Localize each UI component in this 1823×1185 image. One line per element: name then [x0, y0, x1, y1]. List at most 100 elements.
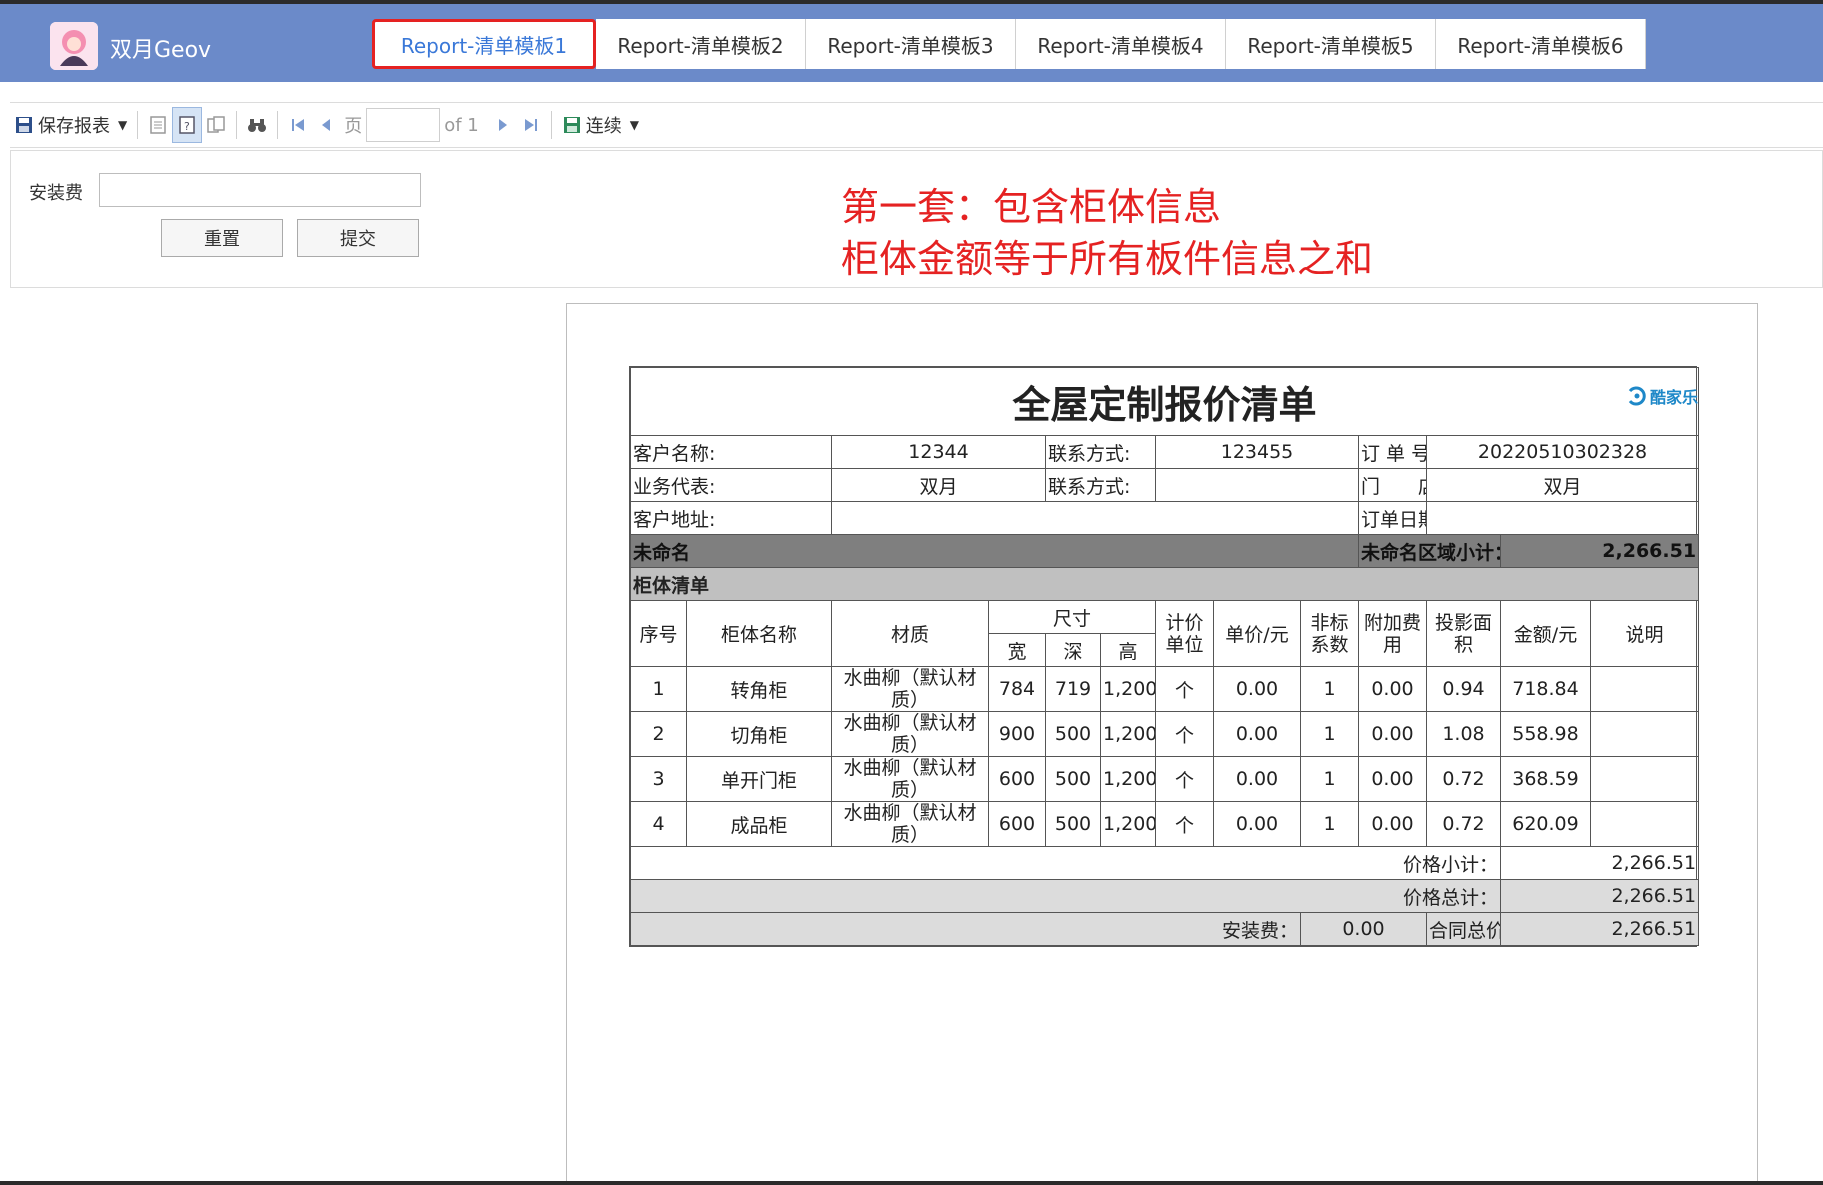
contact-value-2 [1155, 468, 1359, 502]
cell-depth: 500 [1045, 756, 1101, 802]
cell-unit: 个 [1155, 711, 1214, 757]
col-header-depth: 深 [1045, 633, 1101, 667]
cell-material: 水曲柳（默认材质） [831, 801, 989, 847]
area-row: 未命名 未命名区域小计： 2,266.51 [630, 534, 1700, 568]
tab-report-template-5[interactable]: Report-清单模板5 [1226, 19, 1436, 69]
tab-report-template-6[interactable]: Report-清单模板6 [1436, 19, 1646, 69]
tab-label: Report-清单模板1 [400, 33, 568, 58]
cell-height: 1,200 [1100, 801, 1156, 847]
contact-label: 联系方式: [1045, 435, 1156, 469]
submit-button[interactable]: 提交 [297, 219, 419, 257]
cell-material: 水曲柳（默认材质） [831, 711, 989, 757]
contact-label-2: 联系方式: [1045, 468, 1156, 502]
area-name: 未命名 [630, 534, 1359, 568]
cell-name: 单开门柜 [686, 756, 832, 802]
cell-price: 0.00 [1213, 666, 1301, 712]
col-header-size: 尺寸 [988, 600, 1156, 634]
cell-unit: 个 [1155, 801, 1214, 847]
cell-depth: 500 [1045, 711, 1101, 757]
col-header-extra: 附加费用 [1358, 600, 1427, 667]
view-mode-button[interactable]: 连续 ▼ [558, 107, 643, 143]
cell-name: 成品柜 [686, 801, 832, 847]
view-single-button[interactable] [144, 107, 172, 143]
col-header-area: 投影面积 [1426, 600, 1501, 667]
price-total-value: 2,266.51 [1499, 879, 1700, 913]
save-icon [16, 117, 32, 133]
page-multi-icon [207, 116, 225, 133]
prev-page-icon [322, 119, 331, 131]
tab-label: Report-清单模板5 [1247, 33, 1414, 58]
bottom-border [0, 1181, 1823, 1185]
cell-nonstd: 1 [1300, 711, 1359, 757]
customer-address-value [831, 501, 1359, 535]
contract-total-value: 2,266.51 [1499, 912, 1700, 946]
total-row: 价格总计： 2,266.51 [630, 879, 1700, 913]
cell-amount: 718.84 [1500, 666, 1591, 712]
toolbar-divider [277, 111, 279, 139]
cell-area: 0.72 [1426, 801, 1501, 847]
tab-label: Report-清单模板3 [827, 33, 994, 58]
cell-width: 600 [988, 801, 1046, 847]
table-row: 3 单开门柜 水曲柳（默认材质） 600 500 1,200 个 0.00 1 … [630, 756, 1700, 802]
tab-report-template-1[interactable]: Report-清单模板1 [372, 19, 596, 69]
cell-nonstd: 1 [1300, 666, 1359, 712]
cell-price: 0.00 [1213, 711, 1301, 757]
price-subtotal-value: 2,266.51 [1499, 846, 1700, 880]
last-page-button[interactable] [517, 107, 545, 143]
save-report-button[interactable]: 保存报表 ▼ [10, 107, 131, 143]
col-header-nonstd: 非标系数 [1300, 600, 1359, 667]
cell-area: 0.72 [1426, 756, 1501, 802]
price-total-label: 价格总计： [630, 879, 1501, 913]
cell-height: 1,200 [1100, 756, 1156, 802]
cell-area: 1.08 [1426, 711, 1501, 757]
price-subtotal-label: 价格小计： [630, 846, 1501, 880]
reset-button[interactable]: 重置 [161, 219, 283, 257]
cell-extra: 0.00 [1358, 666, 1427, 712]
brand-icon [1628, 386, 1646, 406]
info-row: 业务代表: 双月 联系方式: 门 店: 双月 [630, 468, 1700, 502]
area-subtotal-value: 2,266.51 [1499, 534, 1700, 568]
sales-rep-label: 业务代表: [630, 468, 832, 502]
order-no-label: 订 单 号： [1358, 435, 1427, 469]
tab-report-template-2[interactable]: Report-清单模板2 [596, 19, 806, 69]
cell-no: 3 [630, 756, 687, 802]
cell-width: 784 [988, 666, 1046, 712]
install-fee-input[interactable] [99, 173, 421, 207]
table-row: 2 切角柜 水曲柳（默认材质） 900 500 1,200 个 0.00 1 0… [630, 711, 1700, 757]
col-header-height: 高 [1100, 633, 1156, 667]
customer-name-value: 12344 [831, 435, 1046, 469]
first-page-button[interactable] [284, 107, 312, 143]
next-page-button[interactable] [489, 107, 517, 143]
annotation-line-2: 柜体金额等于所有板件信息之和 [841, 237, 1374, 281]
page-number-input[interactable] [366, 108, 441, 142]
quote-table: 全屋定制报价清单 酷家乐 客户名称: 12344 联系方式: 123455 订 … [629, 367, 1700, 946]
tab-report-template-3[interactable]: Report-清单模板3 [806, 19, 1016, 69]
header-row: 序号 柜体名称 材质 尺寸 计价单位 单价/元 非标系数 附加费用 投影面积 金… [630, 600, 1700, 667]
col-header-width: 宽 [988, 633, 1046, 667]
info-row: 客户地址: 订单日期: [630, 501, 1700, 535]
chevron-down-icon: ▼ [629, 118, 639, 132]
cell-note [1589, 711, 1700, 757]
col-header-unit: 计价单位 [1155, 600, 1214, 667]
report-title-cell: 全屋定制报价清单 酷家乐 [629, 367, 1700, 436]
cell-name: 切角柜 [686, 711, 832, 757]
cell-width: 900 [988, 711, 1046, 757]
install-fee-label: 安装费 [29, 183, 83, 204]
cell-price: 0.00 [1213, 756, 1301, 802]
prev-page-button[interactable] [312, 107, 340, 143]
report-page: 全屋定制报价清单 酷家乐 客户名称: 12344 联系方式: 123455 订 … [566, 303, 1758, 1185]
info-row: 客户名称: 12344 联系方式: 123455 订 单 号： 20220510… [630, 435, 1700, 469]
table-row: 4 成品柜 水曲柳（默认材质） 600 500 1,200 个 0.00 1 0… [630, 801, 1700, 847]
find-button[interactable] [243, 107, 271, 143]
tab-report-template-4[interactable]: Report-清单模板4 [1016, 19, 1226, 69]
col-header-material: 材质 [831, 600, 989, 667]
view-fit-button[interactable]: ? [172, 107, 203, 143]
binoculars-icon [248, 119, 267, 132]
install-fee-total-label: 安装费： [630, 912, 1301, 946]
annotation-line-1: 第一套：包含柜体信息 [841, 185, 1222, 229]
annotation-note: 第一套：包含柜体信息 柜体金额等于所有板件信息之和 [841, 181, 1373, 285]
col-header-price: 单价/元 [1213, 600, 1301, 667]
last-page-icon [524, 119, 537, 131]
cell-extra: 0.00 [1358, 756, 1427, 802]
view-multi-button[interactable] [202, 107, 230, 143]
